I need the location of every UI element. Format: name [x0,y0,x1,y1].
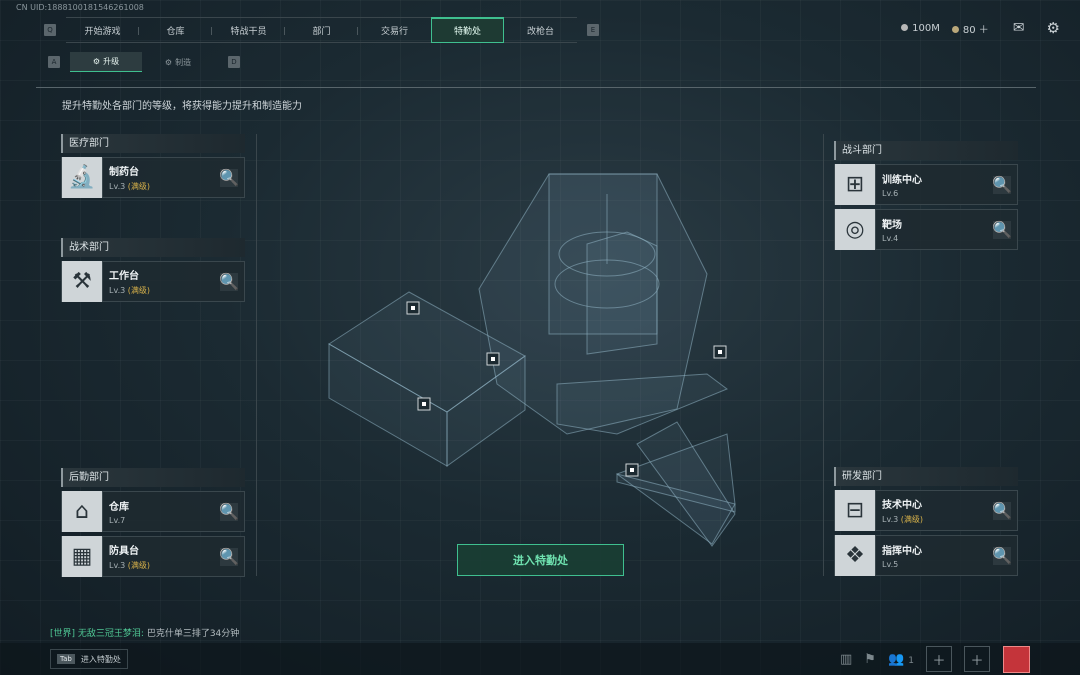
player-uid: CN UID:1888100181546261008 [16,3,144,12]
top-nav: Q 开始游戏 仓库 特战干员 部门 交易行 特勤处 改枪台 E [44,17,599,43]
facility-hologram [328,173,736,547]
tools-icon: ⚒ [62,261,103,302]
tab-operators[interactable]: 特战干员 [212,17,285,43]
tab-upgrade[interactable]: ⚙ 升级 [70,52,142,72]
tab-warehouse[interactable]: 仓库 [139,17,212,43]
search-icon[interactable]: 🔍 [992,220,1012,239]
facility-hologram-area [256,134,824,576]
world-chat[interactable]: [世界] 无敌三冠王梦泪: 巴克什单三排了34分钟 [50,626,239,639]
dept-title: 研发部门 [834,467,1018,486]
facility-card-command-center[interactable]: ❖ 指挥中心 Lv.5 🔍 [834,535,1018,576]
stats-icon[interactable]: ▥ [840,652,852,667]
tab-craft[interactable]: ⚙ 制造 [142,52,214,72]
add-teammate-icon[interactable]: ＋ [964,646,990,672]
facility-card-pharmacy[interactable]: 🔬 制药台 Lv.3 (满级) 🔍 [61,157,245,198]
target-icon: ◎ [835,209,876,250]
search-icon[interactable]: 🔍 [992,546,1012,565]
chip-icon: ❖ [835,535,876,576]
tab-trading[interactable]: 交易行 [358,17,431,43]
search-icon[interactable]: 🔍 [219,168,239,187]
warehouse-icon: ⌂ [62,491,103,532]
subnav-right-key: D [228,56,240,68]
dumbbell-icon: ⊞ [835,164,876,205]
search-icon[interactable]: 🔍 [219,502,239,521]
microscope-icon: 🔬 [62,157,103,198]
facility-card-shooting-range[interactable]: ◎ 靶场 Lv.4 🔍 [834,209,1018,250]
enter-special-ops-button[interactable]: 进入特勤处 [457,544,624,576]
player-avatar[interactable] [1003,646,1030,673]
squad-icon[interactable]: 👥 1 [888,652,914,667]
upgrade-icon: ⚙ [92,57,101,66]
intro-text: 提升特勤处各部门的等级，将获得能力提升和制造能力 [62,101,302,112]
facility-card-armor-bench[interactable]: ▦ 防具台 Lv.3 (满级) 🔍 [61,536,245,577]
dept-title: 战术部门 [61,238,245,257]
search-icon[interactable]: 🔍 [992,175,1012,194]
sub-nav: A ⚙ 升级 ⚙ 制造 D [48,52,240,72]
subnav-left-key: A [48,56,60,68]
dept-research: 研发部门 ⊟ 技术中心 Lv.3 (满级) 🔍 ❖ 指挥中心 Lv.5 🔍 [834,467,1018,576]
divider [36,87,1036,88]
mail-icon[interactable]: ✉ [1013,20,1025,36]
tab-departments[interactable]: 部门 [285,17,358,43]
facility-card-training-center[interactable]: ⊞ 训练中心 Lv.6 🔍 [834,164,1018,205]
search-icon[interactable]: 🔍 [219,272,239,291]
dept-title: 医疗部门 [61,134,245,153]
boxes-icon: ▦ [62,536,103,577]
dept-logistics: 后勤部门 ⌂ 仓库 Lv.7 🔍 ▦ 防具台 Lv.3 (满级) 🔍 [61,468,245,577]
dept-title: 后勤部门 [61,468,245,487]
flag-icon[interactable]: ⚑ [864,652,876,667]
coupon-icon [951,25,959,33]
nav-left-key: Q [44,24,56,36]
dept-tactical: 战术部门 ⚒ 工作台 Lv.3 (满级) 🔍 [61,238,245,302]
facility-card-tech-center[interactable]: ⊟ 技术中心 Lv.3 (满级) 🔍 [834,490,1018,531]
bottom-icons: ▥ ⚑ 👥 1 ＋ ＋ [840,646,990,672]
tab-gunsmith[interactable]: 改枪台 [504,17,577,43]
dept-title: 战斗部门 [834,141,1018,160]
coin-icon [901,23,909,31]
facility-card-workbench[interactable]: ⚒ 工作台 Lv.3 (满级) 🔍 [61,261,245,302]
craft-icon: ⚙ [164,57,173,67]
facility-card-warehouse[interactable]: ⌂ 仓库 Lv.7 🔍 [61,491,245,532]
settings-icon[interactable]: ⚙ [1047,19,1060,37]
tab-special-ops[interactable]: 特勤处 [431,17,504,43]
search-icon[interactable]: 🔍 [992,501,1012,520]
tab-start-game[interactable]: 开始游戏 [66,17,139,43]
resources: 100M 80 ＋ ✉ ⚙ [901,19,1060,37]
nav-right-key: E [587,24,599,36]
search-icon[interactable]: 🔍 [219,547,239,566]
money-display[interactable]: 100M [901,23,940,34]
coupon-display[interactable]: 80 ＋ [951,21,989,36]
dept-combat: 战斗部门 ⊞ 训练中心 Lv.6 🔍 ◎ 靶场 Lv.4 🔍 [834,141,1018,250]
tab-hint[interactable]: Tab 进入特勤处 [50,649,128,669]
add-teammate-icon[interactable]: ＋ [926,646,952,672]
circuit-icon: ⊟ [835,490,876,531]
dept-medical: 医疗部门 🔬 制药台 Lv.3 (满级) 🔍 [61,134,245,198]
